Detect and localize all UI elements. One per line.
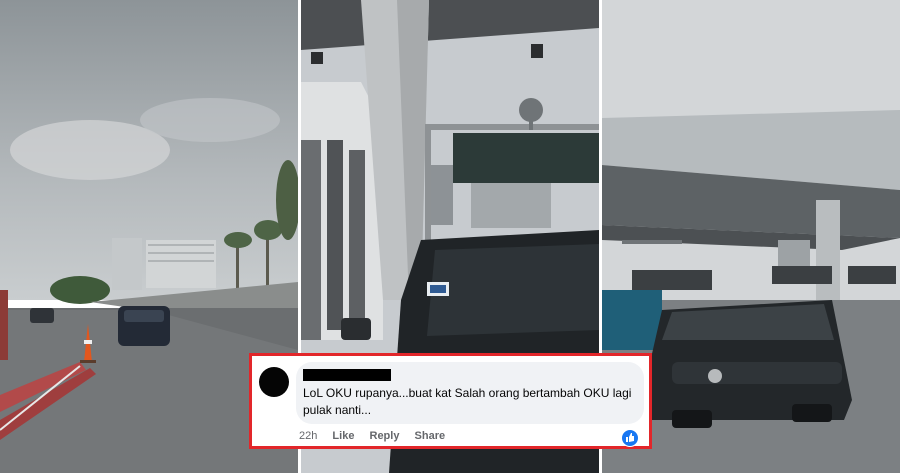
comment-actions: 22h Like Reply Share [299,430,457,442]
comment-text: LoL OKU rupanya...buat kat Salah orang b… [303,386,632,417]
like-button[interactable]: Like [332,430,354,442]
reply-button[interactable]: Reply [370,430,400,442]
share-button[interactable]: Share [415,430,446,442]
thumbs-up-icon [626,433,634,442]
reaction-badge[interactable] [621,429,639,447]
redacted-author-name[interactable] [303,369,391,381]
comment-card: LoL OKU rupanya...buat kat Salah orang b… [249,353,652,449]
comment-timestamp[interactable]: 22h [299,430,317,442]
comment-bubble: LoL OKU rupanya...buat kat Salah orang b… [296,362,644,424]
avatar[interactable] [259,367,289,397]
